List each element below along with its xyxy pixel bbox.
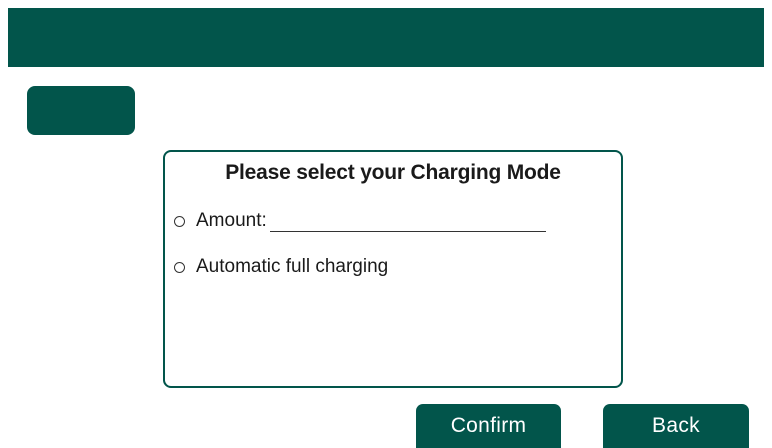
- charging-mode-screen: Please select your Charging Mode Amount:…: [0, 0, 772, 448]
- option-automatic-full-charging[interactable]: Automatic full charging: [174, 256, 388, 278]
- panel-title: Please select your Charging Mode: [225, 161, 561, 184]
- charging-mode-panel: Please select your Charging Mode Amount:…: [163, 150, 623, 388]
- header-bar: [8, 8, 764, 67]
- amount-label: Amount:: [196, 210, 267, 231]
- back-button[interactable]: Back: [603, 404, 749, 448]
- auto-full-radio[interactable]: [174, 261, 185, 273]
- confirm-button[interactable]: Confirm: [416, 404, 561, 448]
- amount-radio[interactable]: [174, 215, 185, 227]
- option-amount[interactable]: Amount:: [174, 210, 546, 232]
- amount-input[interactable]: [269, 210, 546, 232]
- auto-full-label: Automatic full charging: [196, 256, 389, 277]
- top-left-button[interactable]: [27, 86, 135, 135]
